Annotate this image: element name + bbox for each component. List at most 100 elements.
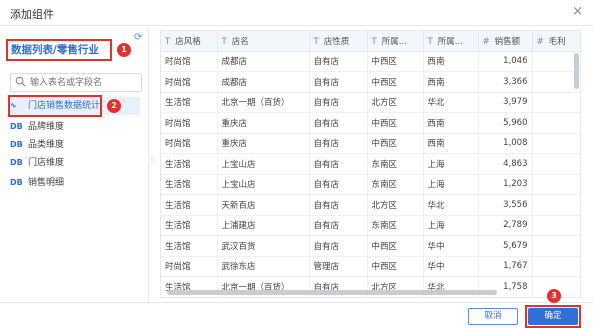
table-cell: 3,366: [478, 71, 533, 93]
database-icon: DB: [10, 158, 23, 167]
column-header[interactable]: T 店名: [217, 31, 310, 52]
table-cell: 生活馆: [161, 174, 218, 195]
column-header[interactable]: T 店风格: [161, 31, 218, 52]
table-cell: 3,556: [478, 194, 533, 216]
table-row: 时尚馆 成都店 自有店 中西区 西南 1,046: [161, 51, 580, 72]
column-header[interactable]: T 店性质: [309, 31, 368, 52]
table-cell: 东南区: [367, 215, 424, 236]
table-row: 生活馆 上浦建店 自有店 东南区 上海 2,789: [161, 215, 580, 236]
column-header-label: 毛利: [548, 36, 566, 47]
column-header-label: 店性质: [323, 36, 350, 47]
table-cell: 5,960: [478, 112, 533, 134]
table-cell: [532, 174, 580, 195]
table-cell: 上海: [423, 153, 479, 175]
table-row: 生活馆 北京一期（百货） 自有店 北方区 华北 3,979: [161, 92, 580, 113]
table-cell: 上浦建店: [217, 215, 310, 236]
table-cell: 成都店: [217, 51, 310, 72]
dataset-item-category[interactable]: DB 品类维度: [10, 136, 140, 154]
table-cell: [532, 153, 580, 175]
table-cell: 华中: [423, 235, 479, 257]
table-cell: 1,046: [478, 51, 533, 72]
dataset-item-label: 品牌维度: [28, 122, 65, 132]
table-cell: [532, 133, 580, 154]
dataset-item-label: 品类维度: [28, 140, 65, 150]
table-cell: 中西区: [367, 133, 424, 154]
table-cell: [532, 112, 580, 134]
table-cell: 西南: [423, 71, 479, 93]
column-header[interactable]: # 毛利: [532, 31, 580, 52]
database-icon: DB: [10, 122, 23, 131]
annotation-badge-1: 1: [117, 43, 131, 57]
table-cell: 管理店: [309, 256, 368, 277]
column-header[interactable]: T 所属...: [423, 31, 479, 52]
dataset-panel: 数据列表/零售行业 1 ⟳ ∿门店销售数据统计 2 DB品牌维度 DB品类维度 …: [0, 27, 149, 302]
annotation-box-3: [525, 305, 581, 328]
cancel-button[interactable]: 取消: [468, 308, 518, 325]
table-cell: [532, 235, 580, 257]
table-cell: 天新百店: [217, 194, 310, 216]
data-preview: T 店风格 T 店名 T 店性质 T 所属... T 所属... # 销售额 # 毛利 时尚馆 成都店 自有店…: [160, 30, 581, 298]
table-cell: 时尚馆: [161, 51, 218, 72]
table-cell: 武汉百货: [217, 235, 310, 257]
table-cell: 西南: [423, 133, 479, 154]
dataset-item-store[interactable]: DB 门店维度: [10, 154, 140, 172]
table-cell: 上宝山店: [217, 174, 310, 195]
annotation-box-1: [6, 39, 112, 61]
database-icon: DB: [10, 140, 23, 149]
table-cell: 生活馆: [161, 215, 218, 236]
table-cell: 5,679: [478, 235, 533, 257]
column-header[interactable]: T 所属...: [367, 31, 424, 52]
data-preview-table: T 店风格 T 店名 T 店性质 T 所属... T 所属... # 销售额 # 毛利 时尚馆 成都店 自有店…: [161, 31, 580, 297]
text-type-icon: T: [221, 36, 227, 47]
table-cell: 1,008: [478, 133, 533, 154]
table-cell: 1,203: [478, 174, 533, 195]
table-cell: 华中: [423, 256, 479, 277]
vertical-scrollbar[interactable]: [574, 53, 579, 89]
table-cell: 4,863: [478, 153, 533, 175]
search-box[interactable]: [10, 73, 142, 92]
table-cell: 自有店: [309, 71, 368, 93]
number-type-icon: #: [536, 36, 544, 47]
table-cell: 3,979: [478, 92, 533, 113]
table-cell: 生活馆: [161, 194, 218, 216]
table-row: 时尚馆 武徐东店 管理店 中西区 华中 1,767: [161, 256, 580, 277]
search-input[interactable]: [30, 75, 138, 90]
text-type-icon: T: [371, 36, 377, 47]
table-cell: 中西区: [367, 51, 424, 72]
dataset-item-brand[interactable]: DB 品牌维度: [10, 118, 140, 136]
dataset-item-label: 门店维度: [28, 158, 65, 168]
annotation-badge-2: 2: [107, 99, 121, 113]
table-cell: 北方区: [367, 92, 424, 113]
table-cell: 华北: [423, 194, 479, 216]
table-cell: 成都店: [217, 71, 310, 93]
refresh-icon[interactable]: ⟳: [134, 32, 142, 43]
column-header-label: 店名: [231, 36, 249, 47]
table-cell: 东南区: [367, 174, 424, 195]
column-header-label: 店风格: [175, 36, 201, 47]
table-cell: 自有店: [309, 235, 368, 257]
table-cell: 自有店: [309, 194, 368, 216]
horizontal-scrollbar[interactable]: [167, 290, 497, 295]
add-component-dialog: 添加组件 × 数据列表/零售行业 1 ⟳ ∿门店销售数据统计 2 DB品牌维度 …: [0, 0, 593, 328]
panel-splitter-handle[interactable]: ⋮: [148, 155, 156, 164]
table-cell: 时尚馆: [161, 71, 218, 93]
table-cell: [532, 215, 580, 236]
column-header-label: 销售额: [494, 36, 521, 47]
database-icon: DB: [10, 178, 23, 187]
table-cell: 生活馆: [161, 92, 218, 113]
table-cell: 自有店: [309, 92, 368, 113]
table-cell: 自有店: [309, 174, 368, 195]
table-cell: 自有店: [309, 51, 368, 72]
table-cell: [532, 194, 580, 216]
table-cell: 东南区: [367, 153, 424, 175]
table-cell: 西南: [423, 112, 479, 134]
dataset-item-sales-detail[interactable]: DB 销售明细: [10, 174, 140, 192]
column-header[interactable]: # 销售额: [478, 31, 533, 52]
table-cell: 生活馆: [161, 153, 218, 175]
table-cell: 2,789: [478, 215, 533, 236]
table-cell: 上海: [423, 174, 479, 195]
close-icon[interactable]: ×: [572, 4, 583, 20]
number-type-icon: #: [482, 36, 490, 47]
table-row: 时尚馆 重庆店 自有店 中西区 西南 5,960: [161, 112, 580, 134]
dialog-footer: 取消 确定 3: [0, 289, 593, 328]
